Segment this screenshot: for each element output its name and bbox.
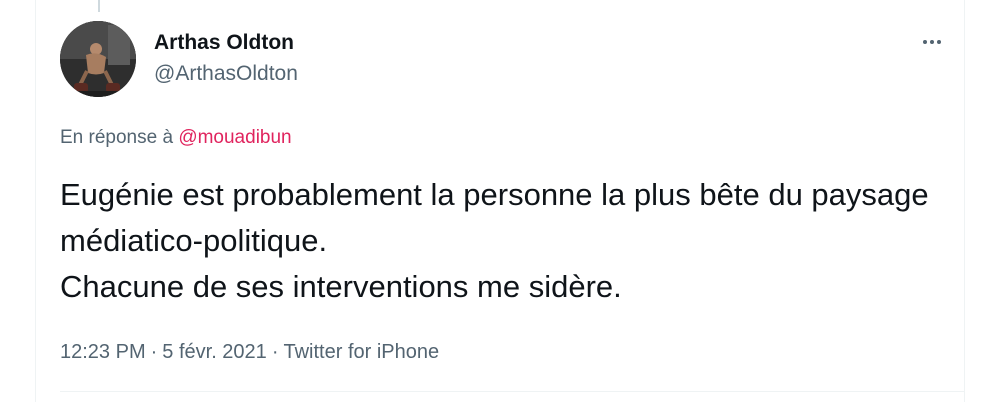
more-horizontal-icon [923,40,927,44]
author-display-name[interactable]: Arthas Oldton [154,30,298,56]
tweet-date-link[interactable]: 5 févr. 2021 [162,341,267,363]
more-horizontal-icon-dot [937,40,941,44]
author-info: Arthas Oldton @ArthasOldton [154,30,298,88]
more-horizontal-icon-dot [930,40,934,44]
reply-mention-link[interactable]: @mouadibun [178,127,291,148]
profile-photo [60,21,136,97]
tweet-time-link[interactable]: 12:23 PM [60,341,146,363]
meta-separator: · [150,341,158,363]
tweet-card: Arthas Oldton @ArthasOldton En réponse à… [35,0,965,402]
thread-connector-line [98,0,100,12]
reply-prefix: En réponse à [60,127,174,148]
divider [60,391,964,392]
author-handle[interactable]: @ArthasOldton [154,60,298,88]
more-options-button[interactable] [914,28,950,56]
meta-separator-2: · [271,341,279,363]
tweet-metadata: 12:23 PM · 5 févr. 2021 · Twitter for iPhone [60,338,439,366]
reply-context: En réponse à @mouadibun [60,126,292,150]
tweet-source-link[interactable]: Twitter for iPhone [283,341,439,363]
tweet-text: Eugénie est probablement la personne la … [60,177,929,304]
avatar[interactable] [60,21,136,97]
